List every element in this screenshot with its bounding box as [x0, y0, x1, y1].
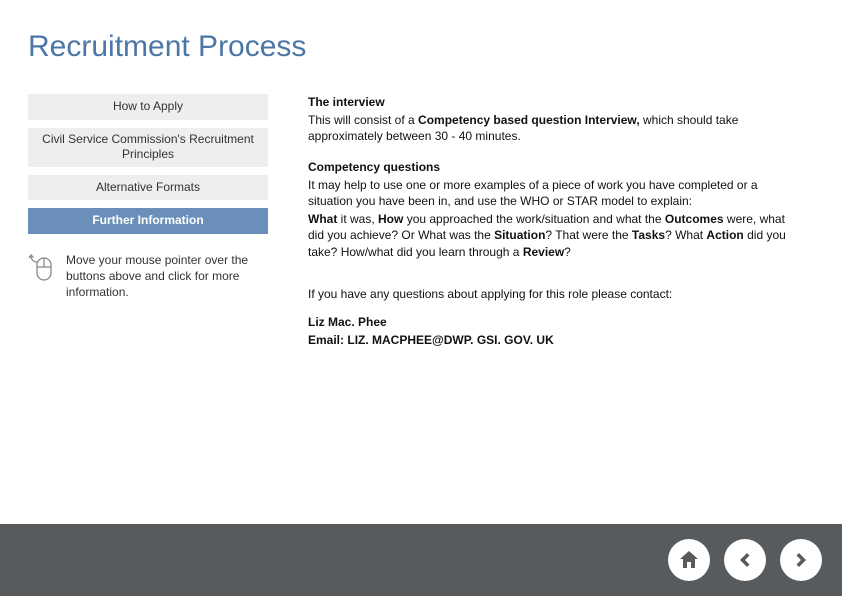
hint-row: Move your mouse pointer over the buttons… [28, 252, 268, 301]
bold-contact-name: Liz Mac. Phee [308, 315, 387, 329]
bold-what: What [308, 212, 337, 226]
text: ? That were the [545, 228, 632, 242]
bold-tasks: Tasks [632, 228, 665, 242]
text: you approached the work/situation and wh… [403, 212, 665, 226]
contact-name: Liz Mac. Phee [308, 314, 804, 330]
content-area: How to Apply Civil Service Commission's … [0, 64, 842, 350]
bold-competency-interview: Competency based question Interview, [418, 113, 640, 127]
bold-review: Review [523, 245, 564, 259]
text: ? What [665, 228, 706, 242]
nav-how-to-apply[interactable]: How to Apply [28, 94, 268, 120]
text: it was, [337, 212, 378, 226]
bold-how: How [378, 212, 403, 226]
footer-bar [0, 524, 842, 596]
bold-action: Action [706, 228, 743, 242]
next-button[interactable] [780, 539, 822, 581]
prev-button[interactable] [724, 539, 766, 581]
contact-intro: If you have any questions about applying… [308, 286, 804, 302]
text: ? [564, 245, 571, 259]
home-icon [677, 548, 701, 572]
nav-alternative-formats[interactable]: Alternative Formats [28, 175, 268, 201]
hint-text: Move your mouse pointer over the buttons… [66, 252, 268, 301]
bold-situation: Situation [494, 228, 545, 242]
bold-outcomes: Outcomes [665, 212, 724, 226]
text: This will consist of a [308, 113, 418, 127]
left-column: How to Apply Civil Service Commission's … [28, 94, 268, 350]
interview-body: This will consist of a Competency based … [308, 112, 804, 144]
bold-email-value: LIZ. MACPHEE@DWP. GSI. GOV. UK [347, 333, 553, 347]
home-button[interactable] [668, 539, 710, 581]
nav-further-information[interactable]: Further Information [28, 208, 268, 234]
competency-heading: Competency questions [308, 159, 804, 175]
contact-email-line: Email: LIZ. MACPHEE@DWP. GSI. GOV. UK [308, 332, 804, 348]
competency-model-line: What it was, How you approached the work… [308, 211, 804, 260]
right-column: The interview This will consist of a Com… [308, 94, 814, 350]
nav-civil-service-principles[interactable]: Civil Service Commission's Recruitment P… [28, 128, 268, 167]
interview-heading: The interview [308, 94, 804, 110]
arrow-right-icon [789, 548, 813, 572]
mouse-pointer-icon [28, 252, 56, 301]
bold-email-label: Email: [308, 333, 347, 347]
page-title: Recruitment Process [0, 0, 842, 64]
competency-intro: It may help to use one or more examples … [308, 177, 804, 209]
arrow-left-icon [733, 548, 757, 572]
